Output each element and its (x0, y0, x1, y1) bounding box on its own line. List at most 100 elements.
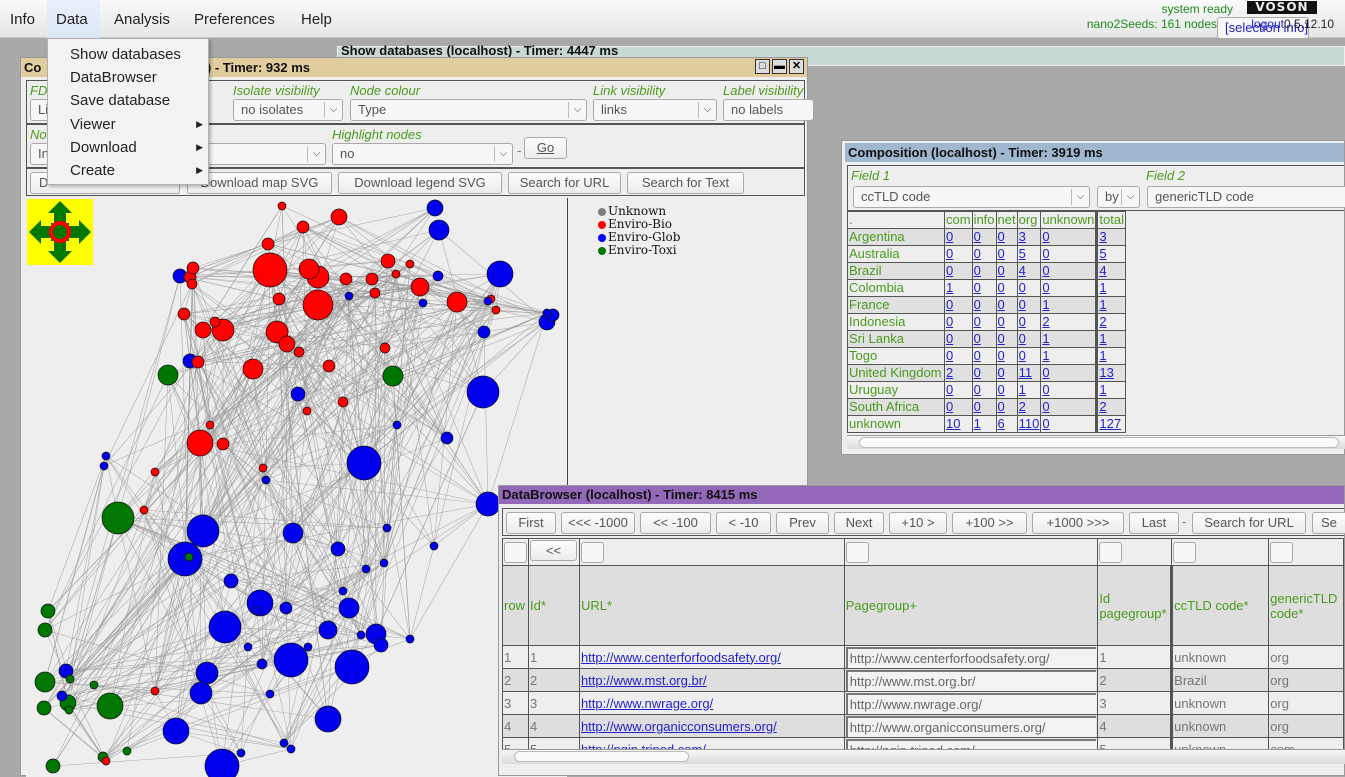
count-link[interactable]: 0 (1019, 297, 1026, 312)
count-link[interactable]: 0 (998, 365, 1005, 380)
graph-node-bio[interactable] (186, 261, 200, 275)
graph-node-bio[interactable] (330, 208, 348, 226)
graph-node-glob[interactable] (273, 642, 309, 678)
count-link[interactable]: 0 (998, 314, 1005, 329)
graph-node-glob[interactable] (334, 649, 370, 685)
graph-node-glob[interactable] (256, 658, 268, 670)
download-legend-svg-button[interactable]: Download legend SVG (338, 172, 502, 194)
graph-node-bio[interactable] (293, 346, 305, 358)
graph-node-glob[interactable] (236, 748, 246, 758)
horizontal-scrollbar[interactable] (502, 749, 1345, 764)
nav-button-1[interactable]: <<< -1000 (561, 512, 635, 534)
count-link[interactable]: 0 (946, 348, 953, 363)
graph-node-bio[interactable] (298, 258, 320, 280)
count-link[interactable]: 0 (1019, 280, 1026, 295)
graph-node-bio[interactable] (369, 287, 381, 299)
count-link[interactable]: 0 (998, 297, 1005, 312)
search-text-button[interactable]: Se (1312, 512, 1345, 534)
graph-node-glob[interactable] (483, 296, 493, 306)
graph-node-glob[interactable] (208, 610, 242, 644)
graph-node-glob[interactable] (290, 386, 306, 402)
graph-node-bio[interactable] (322, 359, 336, 373)
graph-node-bio[interactable] (380, 253, 396, 269)
graph-node-glob[interactable] (189, 681, 213, 705)
column-header-cctld[interactable]: ccTLD code* (1170, 565, 1270, 646)
graph-node-glob[interactable] (338, 586, 348, 596)
graph-node-toxi[interactable] (89, 680, 99, 690)
graph-node-glob[interactable] (440, 431, 454, 445)
graph-node-toxi[interactable] (382, 365, 404, 387)
graph-node-bio[interactable] (101, 756, 111, 766)
back-button[interactable]: << (530, 540, 577, 561)
count-link[interactable]: 0 (998, 382, 1005, 397)
url-link[interactable]: http://www.organicconsumers.org/ (581, 719, 777, 734)
count-link[interactable]: 0 (974, 297, 981, 312)
graph-node-glob[interactable] (486, 260, 514, 288)
count-link[interactable]: 0 (1042, 263, 1049, 278)
graph-node-glob[interactable] (261, 475, 271, 485)
graph-node-glob[interactable] (252, 606, 262, 616)
column-header-row[interactable]: row (502, 565, 529, 646)
count-link[interactable]: 0 (998, 280, 1005, 295)
graph-node-glob[interactable] (99, 461, 109, 471)
graph-node-bio[interactable] (365, 272, 379, 286)
graph-node-bio[interactable] (410, 277, 430, 297)
graph-node-toxi[interactable] (184, 552, 194, 562)
graph-node-glob[interactable] (330, 541, 346, 557)
graph-node-bio[interactable] (278, 335, 296, 353)
count-link[interactable]: 1 (1099, 280, 1106, 295)
count-link[interactable]: 0 (946, 246, 953, 261)
graph-node-glob[interactable] (314, 705, 342, 733)
count-link[interactable]: 1 (1042, 348, 1049, 363)
count-link[interactable]: 2 (1099, 399, 1106, 414)
count-link[interactable]: 0 (1042, 399, 1049, 414)
graph-node-bio[interactable] (242, 358, 264, 380)
count-link[interactable]: 0 (1019, 331, 1026, 346)
graph-node-bio[interactable] (209, 316, 221, 328)
menu-item-viewer[interactable]: Viewer ▶ (70, 113, 205, 136)
graph-node-toxi[interactable] (40, 603, 56, 619)
graph-node-glob[interactable] (542, 308, 552, 318)
graph-node-glob[interactable] (361, 564, 371, 574)
pan-control-icon[interactable] (27, 199, 93, 265)
count-link[interactable]: 2 (1042, 314, 1049, 329)
count-link[interactable]: 0 (974, 246, 981, 261)
graph-node-toxi[interactable] (96, 692, 124, 720)
graph-node-bio[interactable] (194, 321, 212, 339)
graph-node-glob[interactable] (346, 445, 382, 481)
nav-button-5[interactable]: Next (834, 512, 884, 534)
count-link[interactable]: 1 (1099, 331, 1106, 346)
pagegroup-field[interactable]: http://www.mst.org.br/ (845, 669, 1097, 691)
count-link[interactable]: 0 (1042, 246, 1049, 261)
graph-node-bio[interactable] (205, 420, 215, 430)
graph-node-glob[interactable] (318, 620, 338, 640)
search-text-button[interactable]: Search for Text (627, 172, 744, 194)
graph-node-bio[interactable] (186, 429, 214, 457)
url-link[interactable]: http://www.mst.org.br/ (581, 673, 707, 688)
count-link[interactable]: 0 (946, 382, 953, 397)
graph-node-glob[interactable] (426, 199, 444, 217)
filter-button[interactable] (1270, 541, 1294, 563)
close-icon[interactable]: ✕ (789, 59, 804, 74)
count-link[interactable]: 10 (946, 416, 960, 431)
count-link[interactable]: 0 (998, 246, 1005, 261)
menu-analysis[interactable]: Analysis (105, 0, 179, 38)
graph-node-glob[interactable] (356, 630, 366, 640)
graph-node-glob[interactable] (303, 642, 313, 652)
count-link[interactable]: 1 (1099, 382, 1106, 397)
graph-node-bio[interactable] (191, 355, 205, 369)
nav-button-0[interactable]: First (506, 512, 556, 534)
column-header-id-pagegroup[interactable]: Id pagegroup* (1097, 565, 1173, 646)
graph-node-glob[interactable] (428, 219, 450, 241)
column-header-id[interactable]: Id* (528, 565, 580, 646)
menu-item-save-database[interactable]: Save database (70, 89, 205, 112)
menu-preferences[interactable]: Preferences (185, 0, 284, 38)
graph-node-bio[interactable] (277, 201, 287, 211)
graph-node-bio[interactable] (379, 342, 391, 354)
menu-info[interactable]: Info (1, 0, 44, 38)
label-visibility-select[interactable]: no labels (723, 99, 813, 121)
graph-node-bio[interactable] (261, 237, 275, 251)
column-header-gtld[interactable]: genericTLD code* (1268, 565, 1344, 646)
graph-node-toxi[interactable] (65, 674, 75, 684)
count-link[interactable]: 4 (1019, 263, 1026, 278)
